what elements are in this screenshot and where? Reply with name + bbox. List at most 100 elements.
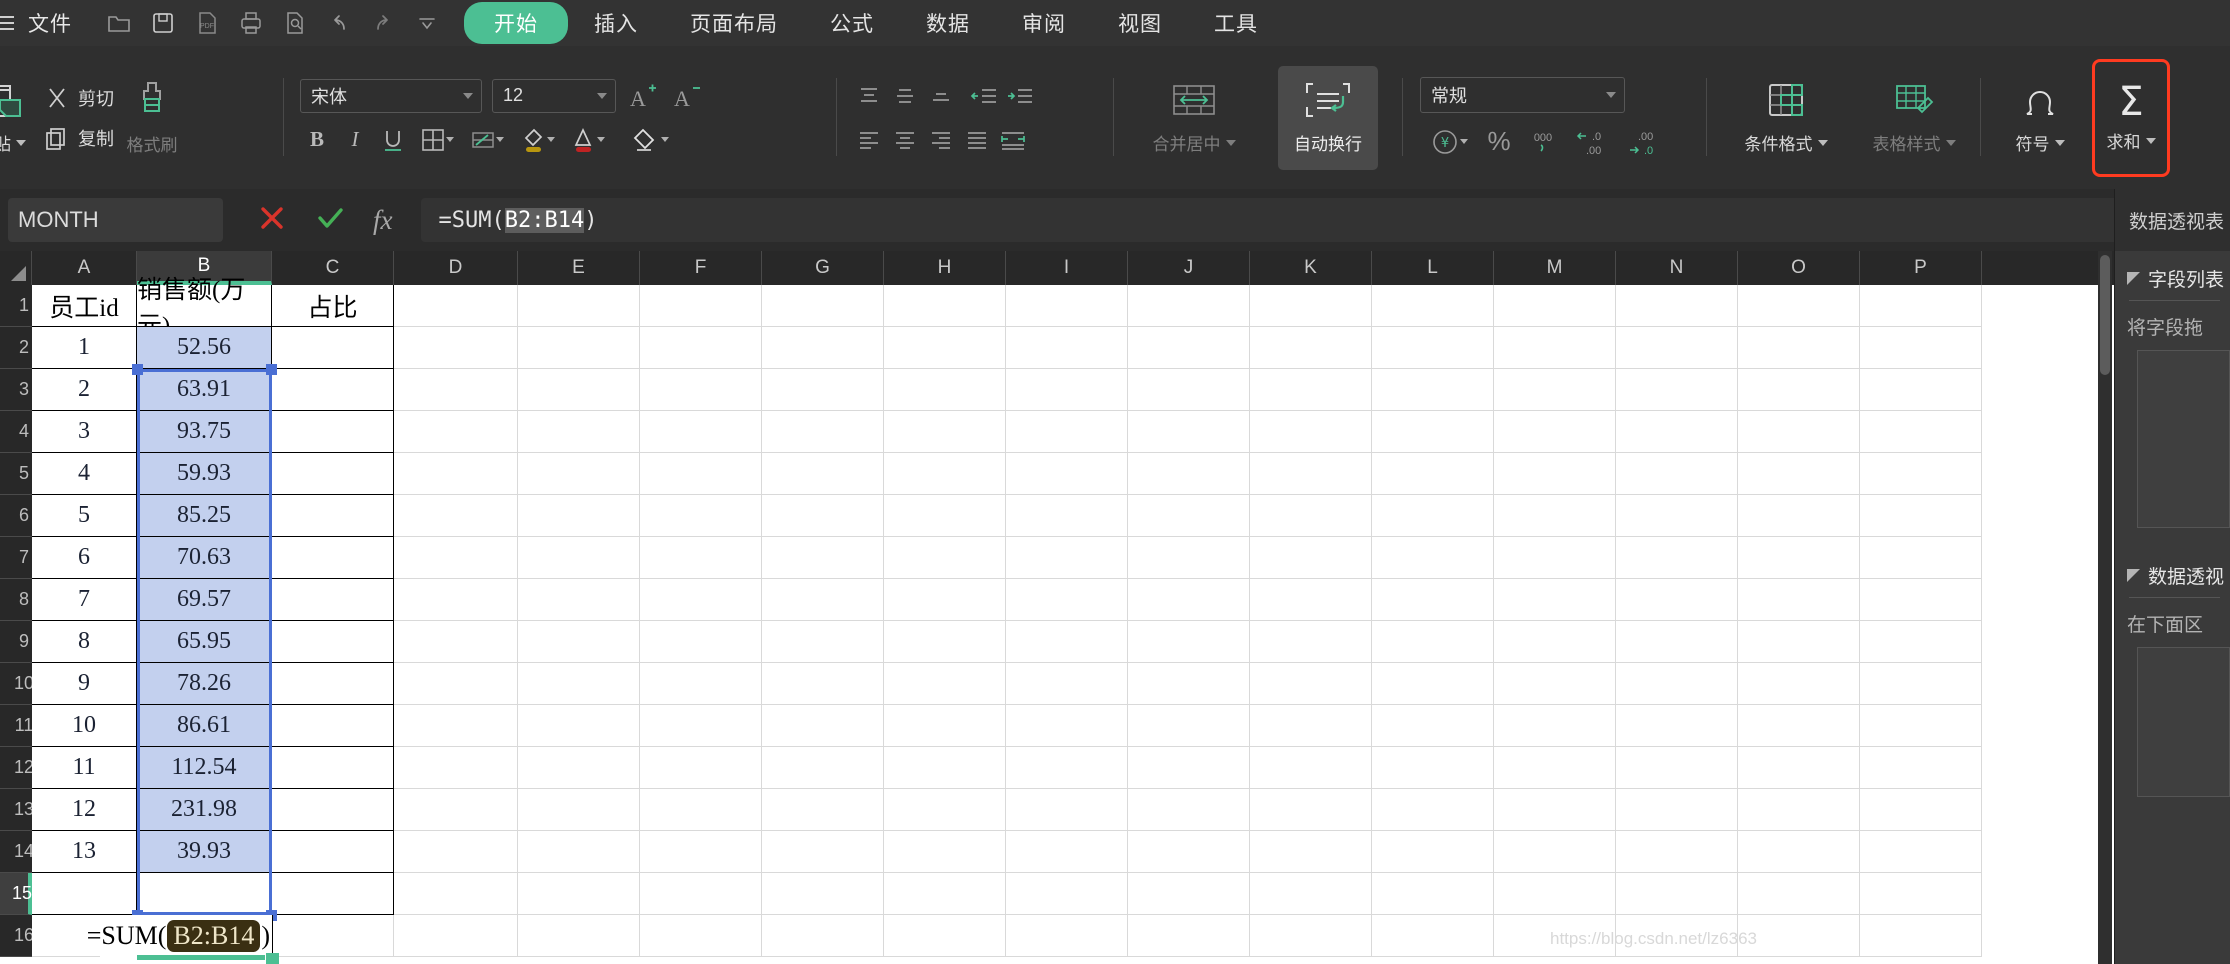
symbol-button[interactable]: 符号: [1996, 80, 2084, 155]
spreadsheet-grid[interactable]: A B C D E F G H I J K L M N O P 1 2 3 4 …: [0, 251, 2114, 964]
row-header-10[interactable]: 10: [0, 663, 34, 705]
cell-l16[interactable]: [1372, 915, 1494, 957]
cell-j6[interactable]: [1128, 495, 1250, 537]
cell-p6[interactable]: [1860, 495, 1982, 537]
cell-k11[interactable]: [1250, 705, 1372, 747]
cell-f10[interactable]: [640, 663, 762, 705]
chevron-down-icon[interactable]: [1817, 139, 1828, 146]
cell-p10[interactable]: [1860, 663, 1982, 705]
cell-c1[interactable]: 占比: [272, 285, 394, 327]
cell-p11[interactable]: [1860, 705, 1982, 747]
cell-g15[interactable]: [762, 873, 884, 915]
column-header-l[interactable]: L: [1372, 251, 1494, 285]
cell-d10[interactable]: [394, 663, 518, 705]
align-middle-button[interactable]: [888, 81, 922, 111]
cell-j2[interactable]: [1128, 327, 1250, 369]
number-format-select[interactable]: 常规: [1420, 76, 1625, 113]
cell-c11[interactable]: [272, 705, 394, 747]
chevron-down-icon[interactable]: [546, 137, 555, 142]
cell-l8[interactable]: [1372, 579, 1494, 621]
fill-handle[interactable]: [266, 953, 279, 964]
cell-o3[interactable]: [1738, 369, 1860, 411]
cell-i6[interactable]: [1006, 495, 1128, 537]
cell-k14[interactable]: [1250, 831, 1372, 873]
format-painter-button[interactable]: 格式刷: [120, 79, 184, 156]
column-header-j[interactable]: J: [1128, 251, 1250, 285]
column-header-a[interactable]: A: [32, 251, 137, 285]
cell-c16[interactable]: [272, 915, 394, 957]
cell-l7[interactable]: [1372, 537, 1494, 579]
cell-f4[interactable]: [640, 411, 762, 453]
cell-f16[interactable]: [640, 915, 762, 957]
redo-icon[interactable]: [368, 8, 398, 38]
cell-f3[interactable]: [640, 369, 762, 411]
cell-a14[interactable]: 13: [32, 831, 137, 873]
cell-l2[interactable]: [1372, 327, 1494, 369]
cell-d9[interactable]: [394, 621, 518, 663]
column-header-f[interactable]: F: [640, 251, 762, 285]
cell-i9[interactable]: [1006, 621, 1128, 663]
cell-o15[interactable]: [1738, 873, 1860, 915]
row-header-4[interactable]: 4: [0, 411, 32, 453]
decrease-decimal-button[interactable]: .0.00: [1570, 125, 1612, 159]
cell-n1[interactable]: [1616, 285, 1738, 327]
increase-decimal-button[interactable]: .00.0: [1622, 125, 1664, 159]
vertical-scrollbar[interactable]: [2098, 251, 2112, 964]
cell-o14[interactable]: [1738, 831, 1860, 873]
cell-n12[interactable]: [1616, 747, 1738, 789]
thousands-separator-button[interactable]: 000: [1526, 125, 1560, 159]
bold-button[interactable]: B: [300, 123, 334, 157]
cell-g2[interactable]: [762, 327, 884, 369]
cell-k15[interactable]: [1250, 873, 1372, 915]
cell-c3[interactable]: [272, 369, 394, 411]
cell-i7[interactable]: [1006, 537, 1128, 579]
distribute-button[interactable]: [996, 125, 1030, 155]
hamburger-menu-icon[interactable]: [0, 16, 14, 30]
cell-l15[interactable]: [1372, 873, 1494, 915]
cell-f12[interactable]: [640, 747, 762, 789]
column-header-m[interactable]: M: [1494, 251, 1616, 285]
cell-d14[interactable]: [394, 831, 518, 873]
chevron-down-icon[interactable]: [2145, 137, 2156, 144]
cell-h13[interactable]: [884, 789, 1006, 831]
cell-b12[interactable]: 112.54: [137, 747, 272, 789]
cell-l11[interactable]: [1372, 705, 1494, 747]
cell-a8[interactable]: 7: [32, 579, 137, 621]
cell-g6[interactable]: [762, 495, 884, 537]
cell-i12[interactable]: [1006, 747, 1128, 789]
row-header-6[interactable]: 6: [0, 495, 32, 537]
cell-b2[interactable]: 52.56: [137, 327, 272, 369]
cell-i4[interactable]: [1006, 411, 1128, 453]
cell-a2[interactable]: 1: [32, 327, 137, 369]
row-header-11[interactable]: 11: [0, 705, 33, 747]
borders-button[interactable]: [414, 123, 460, 157]
cell-g5[interactable]: [762, 453, 884, 495]
cell-k3[interactable]: [1250, 369, 1372, 411]
row-header-3[interactable]: 3: [0, 369, 32, 411]
cell-a15[interactable]: [32, 873, 137, 915]
cell-o1[interactable]: [1738, 285, 1860, 327]
cell-g12[interactable]: [762, 747, 884, 789]
cell-h10[interactable]: [884, 663, 1006, 705]
merge-center-button[interactable]: 合并居中: [1140, 80, 1248, 155]
cell-l3[interactable]: [1372, 369, 1494, 411]
cell-b3[interactable]: 63.91: [137, 369, 272, 411]
cell-j7[interactable]: [1128, 537, 1250, 579]
cell-i15[interactable]: [1006, 873, 1128, 915]
cell-i10[interactable]: [1006, 663, 1128, 705]
cell-o12[interactable]: [1738, 747, 1860, 789]
cell-m13[interactable]: [1494, 789, 1616, 831]
cell-e4[interactable]: [518, 411, 640, 453]
tab-review[interactable]: 审阅: [996, 2, 1092, 44]
cell-o7[interactable]: [1738, 537, 1860, 579]
align-right-button[interactable]: [924, 125, 958, 155]
cell-g9[interactable]: [762, 621, 884, 663]
cell-h1[interactable]: [884, 285, 1006, 327]
chevron-down-icon[interactable]: [1606, 91, 1616, 98]
open-icon[interactable]: [104, 8, 134, 38]
cell-a11[interactable]: 10: [32, 705, 137, 747]
chevron-down-icon[interactable]: [463, 92, 473, 99]
row-header-15[interactable]: 15: [0, 873, 32, 915]
cell-d12[interactable]: [394, 747, 518, 789]
column-header-h[interactable]: H: [884, 251, 1006, 285]
